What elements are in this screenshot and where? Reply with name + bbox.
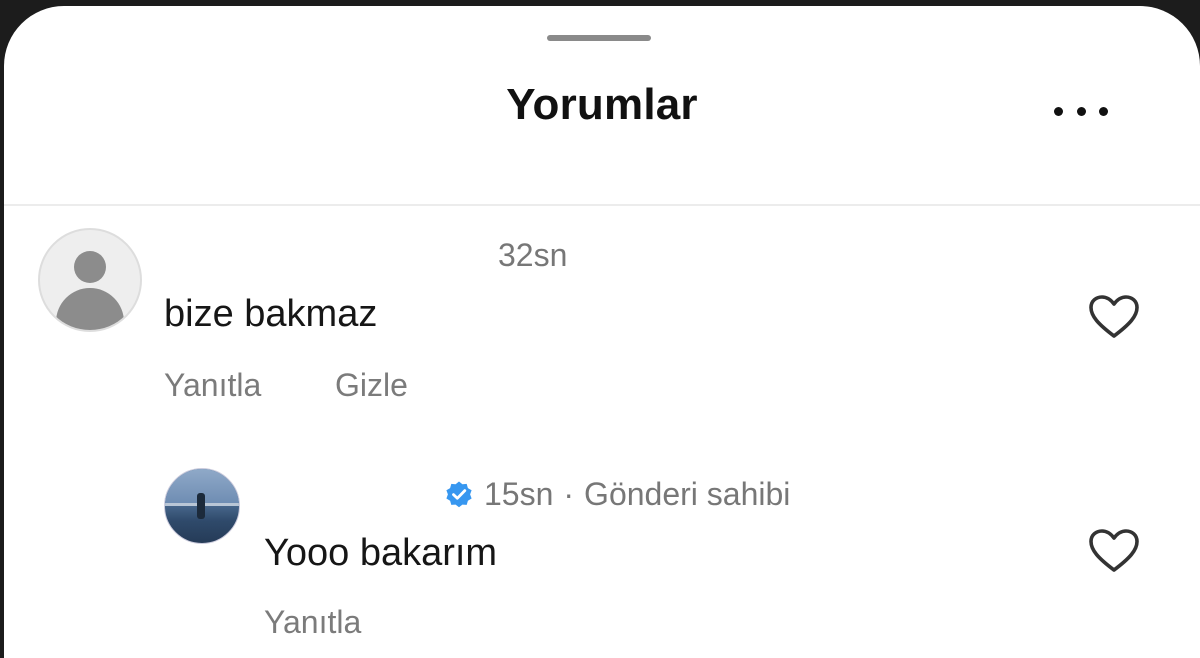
dot — [1076, 106, 1086, 116]
comment-text: bize bakmaz — [164, 293, 378, 335]
reply-button[interactable]: Yanıtla — [164, 367, 261, 404]
author-label: Gönderi sahibi — [584, 476, 791, 512]
hide-button[interactable]: Gizle — [335, 367, 408, 404]
reply-button[interactable]: Yanıtla — [264, 604, 361, 641]
header-divider — [4, 204, 1200, 206]
avatar-photo-figure — [197, 493, 205, 519]
reply-timestamp: 15sn — [484, 476, 554, 512]
avatar-head — [74, 251, 106, 283]
sheet-drag-handle[interactable] — [547, 35, 651, 41]
page-title: Yorumlar — [506, 80, 698, 129]
more-options-icon[interactable] — [1054, 104, 1108, 118]
verified-badge-icon — [446, 481, 472, 507]
meta-separator: · — [563, 476, 575, 512]
comment-timestamp: 32sn — [498, 237, 568, 273]
dot — [1099, 106, 1108, 116]
reply-text: Yooo bakarım — [264, 532, 498, 574]
default-avatar-icon[interactable] — [38, 228, 142, 332]
profile-photo-avatar[interactable] — [164, 468, 240, 544]
reply-meta: 15sn · Gönderi sahibi — [444, 476, 790, 513]
heart-icon[interactable] — [1088, 528, 1140, 574]
heart-icon[interactable] — [1088, 294, 1140, 340]
avatar-shoulders — [56, 288, 124, 330]
comments-sheet: Yorumlar 32sn bize bakmaz Yanıtla Gizle — [4, 6, 1200, 658]
dot — [1054, 106, 1063, 116]
